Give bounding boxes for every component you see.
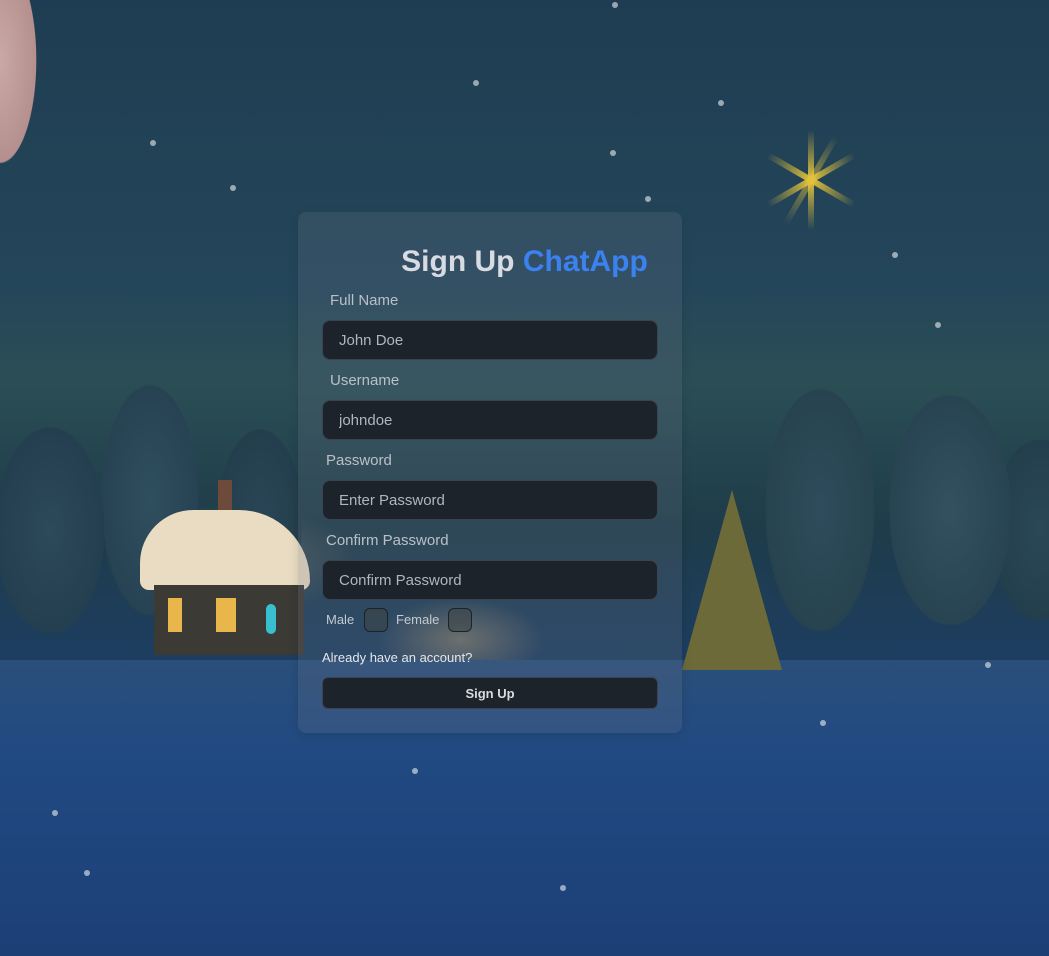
female-checkbox[interactable]: [448, 608, 472, 632]
confirm-password-label: Confirm Password: [326, 532, 449, 549]
snowflake: [820, 720, 826, 726]
cottage-roof: [140, 510, 310, 590]
password-input[interactable]: [322, 480, 658, 520]
snowflake: [985, 662, 991, 668]
cottage-door: [266, 604, 276, 634]
full-name-label: Full Name: [330, 292, 399, 309]
christmas-tree: [682, 490, 782, 670]
star-icon: [760, 130, 860, 230]
full-name-input[interactable]: [322, 320, 658, 360]
title-main: Sign Up: [401, 245, 515, 278]
female-label: Female: [396, 612, 440, 627]
sign-up-button[interactable]: Sign Up: [322, 677, 658, 709]
snowflake: [645, 196, 651, 202]
confirm-password-input[interactable]: [322, 560, 658, 600]
snowflake: [230, 185, 236, 191]
cottage-window: [168, 598, 182, 632]
snowflake: [718, 100, 724, 106]
snowflake: [935, 322, 941, 328]
snowflake: [150, 140, 156, 146]
cottage-chimney: [218, 480, 232, 514]
snowflake: [52, 810, 58, 816]
snowflake: [560, 885, 566, 891]
username-label: Username: [330, 372, 400, 389]
snowflake: [84, 870, 90, 876]
username-input[interactable]: [322, 400, 658, 440]
male-checkbox[interactable]: [364, 608, 388, 632]
brand-name: ChatApp: [522, 245, 648, 278]
password-label: Password: [326, 452, 392, 469]
page-title: Sign Up ChatApp: [0, 245, 1049, 279]
snowflake: [612, 2, 618, 8]
login-link[interactable]: Already have an account?: [322, 650, 472, 665]
cottage: [140, 480, 310, 680]
snowflake: [412, 768, 418, 774]
snowflake: [610, 150, 616, 156]
male-label: Male: [326, 612, 355, 627]
cottage-window: [216, 598, 236, 632]
snowflake: [473, 80, 479, 86]
